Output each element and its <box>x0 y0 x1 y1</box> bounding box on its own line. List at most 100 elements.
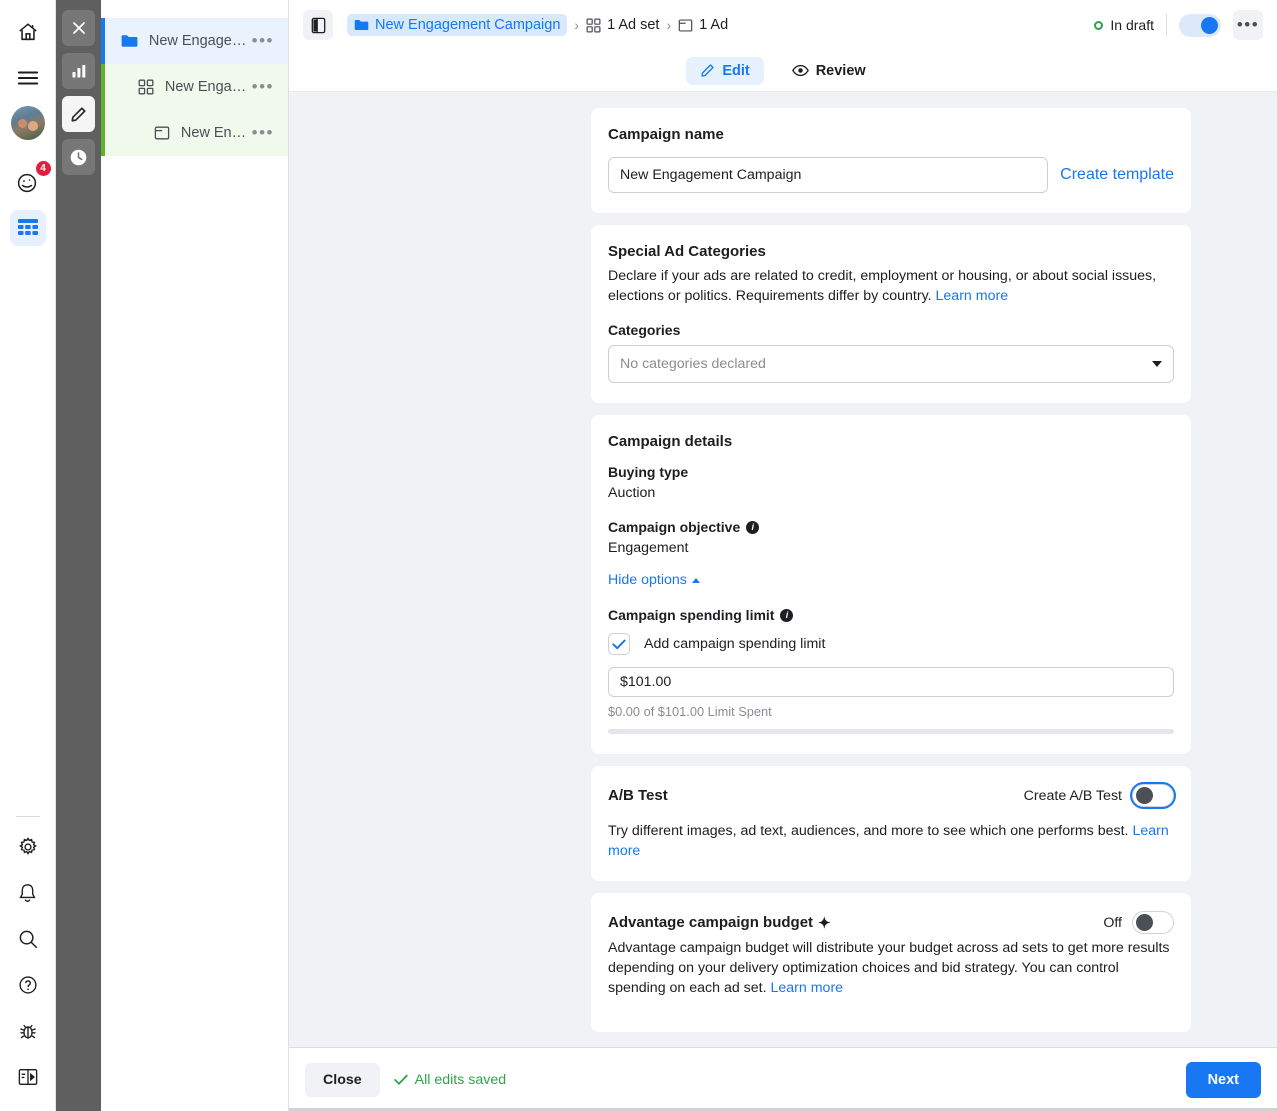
main-area: New Engagement Campaign › 1 Ad set › 1 A… <box>289 0 1277 1111</box>
tab-edit[interactable]: Edit <box>686 56 764 85</box>
ab-test-description: Try different images, ad text, audiences… <box>608 821 1174 861</box>
categories-select[interactable]: No categories declared <box>608 345 1174 383</box>
gear-icon[interactable] <box>10 829 46 865</box>
adset-grid-icon <box>135 79 157 95</box>
dark-toolbar <box>56 0 101 1111</box>
top-more-menu-button[interactable]: ••• <box>1233 10 1263 40</box>
sparkle-icon[interactable]: 4 <box>10 160 52 200</box>
campaign-details-card: Campaign details Buying type Auction Cam… <box>591 415 1191 754</box>
spending-limit-label: Campaign spending limit <box>608 607 775 623</box>
create-ab-test-toggle[interactable] <box>1132 784 1174 807</box>
top-bar: New Engagement Campaign › 1 Ad set › 1 A… <box>289 0 1277 50</box>
tabs-bar: Edit Review <box>289 50 1277 92</box>
ab-test-title: A/B Test <box>608 787 668 804</box>
ab-test-text: Try different images, ad text, audiences… <box>608 823 1129 839</box>
ab-test-toggle-label: Create A/B Test <box>1023 787 1122 804</box>
ad-accent-bar <box>101 110 105 156</box>
bell-icon[interactable] <box>10 875 46 911</box>
help-icon[interactable] <box>10 967 46 1003</box>
campaign-name-input[interactable] <box>608 157 1049 193</box>
clock-icon[interactable] <box>62 139 95 175</box>
tree-item-menu[interactable]: ••• <box>246 123 280 143</box>
notification-badge: 4 <box>34 160 52 177</box>
advantage-budget-title: Advantage campaign budget <box>608 914 814 931</box>
special-ad-categories-description: Declare if your ads are related to credi… <box>608 266 1174 306</box>
spending-limit-input[interactable] <box>608 667 1174 697</box>
breadcrumb-campaign[interactable]: New Engagement Campaign <box>347 14 568 36</box>
spending-limit-note: $0.00 of $101.00 Limit Spent <box>608 704 772 719</box>
breadcrumb-adset-label: 1 Ad set <box>607 17 660 33</box>
sparkle-icon: ✦ <box>818 914 831 932</box>
menu-icon[interactable] <box>10 60 46 96</box>
avatar[interactable] <box>10 106 45 140</box>
tab-edit-label: Edit <box>722 62 750 79</box>
tab-review-label: Review <box>815 62 866 79</box>
special-ad-categories-learn-more-link[interactable]: Learn more <box>936 288 1009 304</box>
tree-item-menu[interactable]: ••• <box>246 31 280 51</box>
panel-toggle-icon[interactable] <box>303 10 333 40</box>
form-scroll-area[interactable]: Campaign name Create template Special Ad… <box>289 92 1277 1047</box>
buying-type-label: Buying type <box>608 464 689 480</box>
special-ad-categories-title: Special Ad Categories <box>608 243 766 260</box>
status-label: In draft <box>1110 17 1154 33</box>
campaign-active-toggle[interactable] <box>1179 13 1221 37</box>
info-icon[interactable]: i <box>746 520 760 534</box>
add-spending-limit-checkbox[interactable] <box>608 633 630 655</box>
breadcrumb: New Engagement Campaign › 1 Ad set › 1 A… <box>347 14 728 36</box>
campaign-objective-label-row: Campaign objective i <box>608 519 1174 535</box>
campaign-details-title: Campaign details <box>608 433 733 450</box>
advantage-budget-learn-more-link[interactable]: Learn more <box>771 980 844 996</box>
advantage-budget-text: Advantage campaign budget will distribut… <box>608 940 1170 996</box>
advantage-budget-toggle[interactable] <box>1132 911 1174 934</box>
panel-icon[interactable] <box>10 1059 46 1095</box>
tab-review[interactable]: Review <box>778 57 880 85</box>
spending-limit-label-row: Campaign spending limit i <box>608 607 1174 623</box>
ab-test-card: A/B Test Create A/B Test Try different i… <box>591 766 1191 881</box>
ad-window-icon <box>151 125 173 141</box>
pencil-icon[interactable] <box>62 96 95 132</box>
hide-options-label: Hide options <box>608 572 687 588</box>
search-icon[interactable] <box>10 921 46 957</box>
info-icon[interactable]: i <box>780 608 794 622</box>
campaign-name-card: Campaign name Create template <box>591 108 1191 213</box>
breadcrumb-campaign-label: New Engagement Campaign <box>375 17 561 33</box>
tree-item-adset[interactable]: New Enga… ••• <box>101 64 288 110</box>
breadcrumb-adset[interactable]: 1 Ad set <box>586 17 659 33</box>
advantage-budget-description: Advantage campaign budget will distribut… <box>608 938 1174 998</box>
next-button[interactable]: Next <box>1185 1061 1261 1098</box>
close-icon[interactable] <box>62 10 95 46</box>
campaign-name-title: Campaign name <box>608 126 724 143</box>
campaign-objective-label: Campaign objective <box>608 519 741 535</box>
tree-item-campaign[interactable]: New Engage… ••• <box>101 18 288 64</box>
add-spending-limit-label: Add campaign spending limit <box>644 636 826 652</box>
bug-icon[interactable] <box>10 1013 46 1049</box>
rail-divider <box>15 816 40 817</box>
create-template-link[interactable]: Create template <box>1060 166 1174 184</box>
categories-select-value: No categories declared <box>620 356 766 372</box>
tree-item-ad[interactable]: New En… ••• <box>101 110 288 156</box>
close-button[interactable]: Close <box>305 1062 380 1097</box>
status-badge: In draft <box>1094 17 1154 33</box>
ads-manager-window: 4 New Engage… ••• New Enga… ••• New En… … <box>0 0 1277 1111</box>
save-status: All edits saved <box>393 1071 507 1088</box>
tree-item-menu[interactable]: ••• <box>246 77 280 97</box>
tree-item-label: New En… <box>180 125 246 141</box>
hide-options-link[interactable]: Hide options <box>608 572 700 588</box>
chevron-up-icon <box>691 577 700 583</box>
special-ad-categories-card: Special Ad Categories Declare if your ad… <box>591 225 1191 403</box>
categories-label: Categories <box>608 322 681 338</box>
advantage-budget-title-row: Advantage campaign budget ✦ <box>608 914 831 932</box>
save-status-label: All edits saved <box>414 1071 507 1088</box>
breadcrumb-separator-2: › <box>666 17 672 33</box>
breadcrumb-ad[interactable]: 1 Ad <box>678 17 728 33</box>
chevron-down-icon <box>1152 361 1162 367</box>
breadcrumb-separator: › <box>574 17 580 33</box>
grid-icon[interactable] <box>9 210 46 246</box>
status-dot-icon <box>1094 20 1104 30</box>
campaign-accent-bar <box>101 18 105 64</box>
advantage-budget-toggle-label: Off <box>1103 914 1122 931</box>
chart-icon[interactable] <box>62 53 95 89</box>
left-icon-rail: 4 <box>0 0 56 1111</box>
home-icon[interactable] <box>10 14 46 50</box>
special-ad-categories-text: Declare if your ads are related to credi… <box>608 268 1157 304</box>
